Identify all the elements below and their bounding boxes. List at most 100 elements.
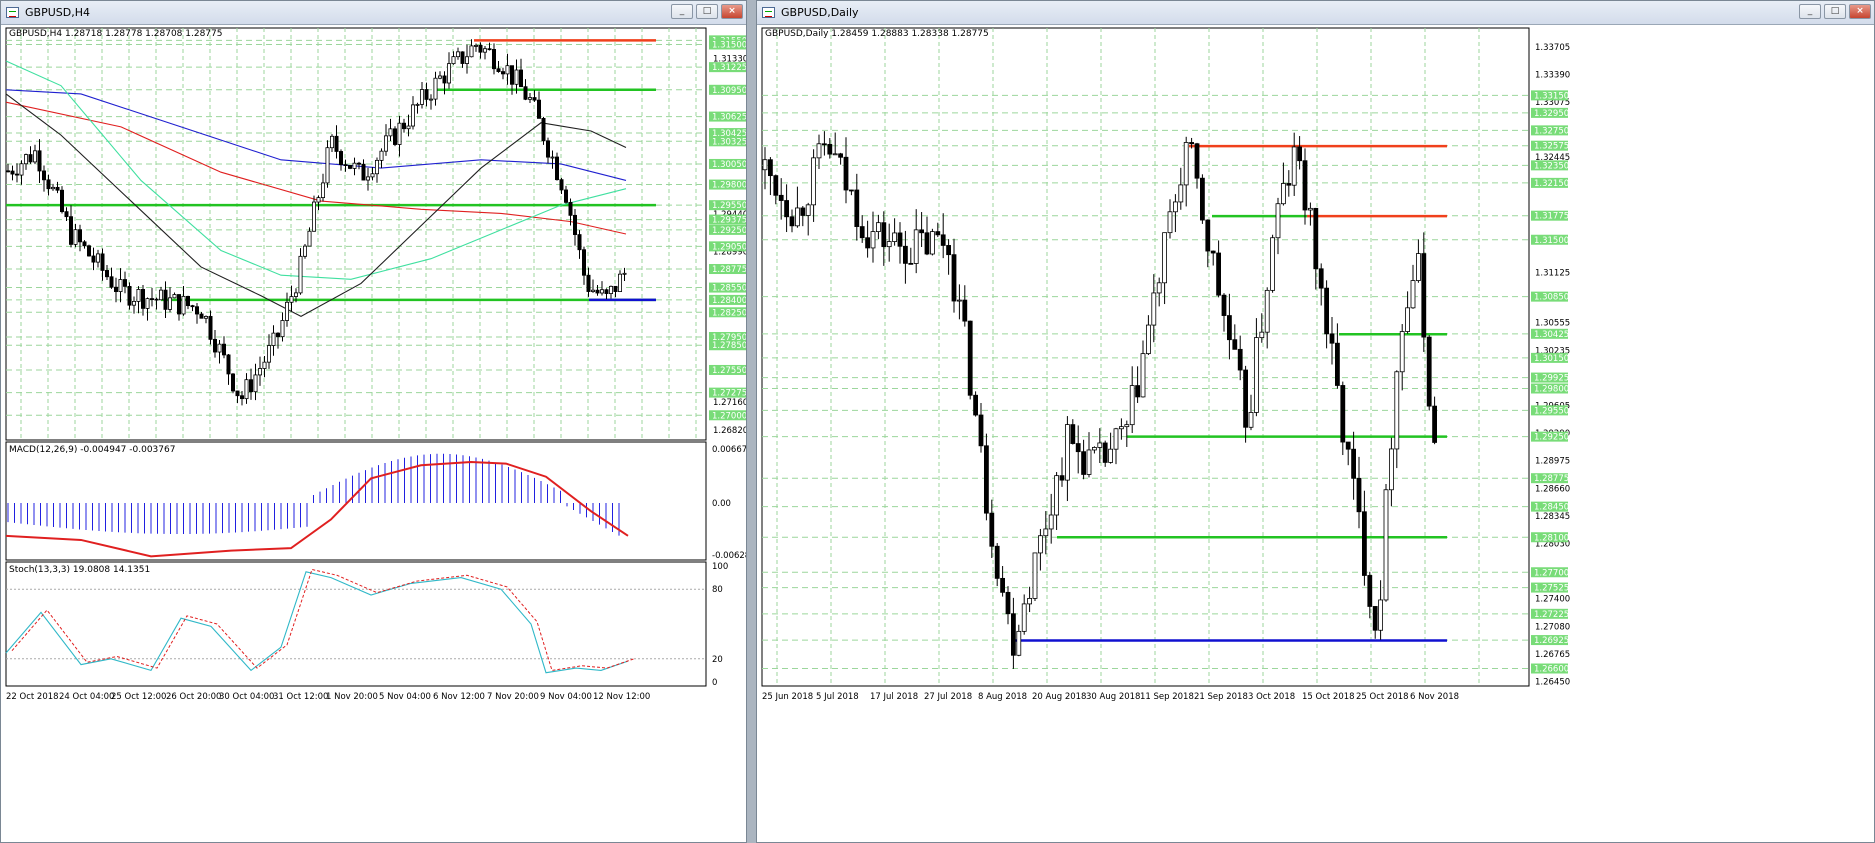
level-tag-label: 1.27700 [1534,568,1569,578]
candle-body [849,189,854,192]
candle-body [154,298,159,301]
time-axis-label: 11 Sep 2018 [1140,692,1194,702]
maximize-button[interactable]: □ [696,4,718,19]
candle-body [1054,475,1060,516]
candle-body [37,150,42,172]
close-button[interactable]: × [721,4,743,19]
close-button[interactable]: × [1849,4,1871,19]
candle-body [199,313,204,319]
candle-body [410,104,415,127]
candle-body [1318,268,1324,289]
h4-chart-canvas[interactable]: 1.313301.309401.294401.289901.284201.278… [1,25,746,843]
daily-window-titlebar[interactable]: GBPUSD,Daily _ □ × [757,1,1874,25]
candle-body [519,69,524,88]
candle-body [541,117,546,142]
candle-body [795,207,800,227]
level-tag-label: 1.28100 [1534,533,1569,543]
candle-body [401,122,406,130]
candle-body [1270,237,1275,291]
candle-body [881,222,887,248]
time-axis-label: 25 Oct 2018 [1356,692,1409,702]
candle-body [532,97,537,101]
level-tag-label: 1.30150 [1534,354,1569,364]
candle-body [491,49,496,70]
h4-window-titlebar[interactable]: GBPUSD,H4 _ □ × [1,1,746,25]
candle-body [1243,369,1249,428]
time-axis-label: 24 Oct 04:00 [59,692,114,702]
candle-body [1010,613,1016,656]
candle-body [767,159,773,177]
candle-body [69,216,74,245]
candle-body [1032,552,1038,599]
price-tick-label: 1.27080 [1535,623,1570,633]
candle-body [1248,412,1254,428]
candle-body [325,147,330,184]
candle-body [886,241,892,248]
candle-body [1297,146,1302,162]
candle-body [347,165,352,169]
candle-body [91,255,96,263]
candle-body [892,232,898,242]
candle-body [127,285,132,306]
candle-body [973,394,979,416]
level-tag-label: 1.32150 [1534,179,1569,189]
candle-body [800,207,806,216]
time-axis-label: 25 Jun 2018 [762,692,813,702]
candle-body [226,354,231,375]
level-tag-label: 1.27225 [1534,610,1569,620]
candle-body [1102,442,1108,463]
candle-body [316,197,321,203]
minimize-button[interactable]: _ [1799,4,1821,19]
level-tag-label: 1.29550 [712,201,746,211]
level-tag-label: 1.29925 [1534,374,1569,384]
time-axis-label: 22 Oct 2018 [6,692,59,702]
candle-body [924,232,930,255]
price-tick-label: 1.26820 [713,426,746,436]
time-axis-label: 26 Oct 20:00 [166,692,221,702]
time-axis-label: 9 Nov 04:00 [540,692,592,702]
maximize-button[interactable]: □ [1824,4,1846,19]
candle-body [1172,201,1178,213]
candle-body [870,231,876,249]
level-tag-label: 1.27275 [712,389,746,399]
candle-body [338,151,343,166]
candle-body [96,253,101,263]
candle-body [1351,448,1356,479]
level-tag-label: 1.28775 [712,265,746,275]
candle-body [822,143,827,146]
candle-body [935,231,941,236]
candle-body [365,176,370,181]
candle-body [1216,252,1222,296]
level-tag-label: 1.29250 [1534,433,1569,443]
candle-body [1064,424,1070,481]
candle-body [100,253,105,271]
candle-body [832,153,838,156]
candle-body [105,270,110,278]
candle-body [60,189,65,213]
candle-body [87,245,92,257]
candle-body [176,294,181,315]
daily-chart-window[interactable]: GBPUSD,Daily _ □ × 1.33705 1.33390 1.33075… [756,0,1875,843]
price-tick-label: 1.26765 [1535,650,1570,660]
candle-body [455,51,460,58]
daily-chart-canvas[interactable]: 1.337051.333901.330751.324451.311251.305… [757,25,1874,843]
candle-body [555,156,560,181]
stoch-tick-label: 100 [712,562,728,572]
h4-window-title: GBPUSD,H4 [25,6,90,19]
candle-body [496,68,501,72]
candle-body [1021,603,1027,632]
level-tag-label: 1.27525 [1534,584,1569,594]
time-axis-label: 27 Jul 2018 [924,692,972,702]
candle-body [356,162,361,165]
candle-body [946,245,952,256]
candle-body [1156,282,1162,294]
price-tick-label: 1.31125 [1535,269,1570,279]
h4-chart-window[interactable]: GBPUSD,H4 _ □ × 1.313301.309401.294401.2… [0,0,747,843]
candle-body [208,316,213,340]
minimize-button[interactable]: _ [671,4,693,19]
candle-body [280,320,285,338]
candle-body [248,379,253,393]
candle-body [577,234,582,251]
candle-body [1113,428,1119,450]
daily-header: GBPUSD,Daily 1.28459 1.28883 1.28338 1.2… [765,29,989,39]
